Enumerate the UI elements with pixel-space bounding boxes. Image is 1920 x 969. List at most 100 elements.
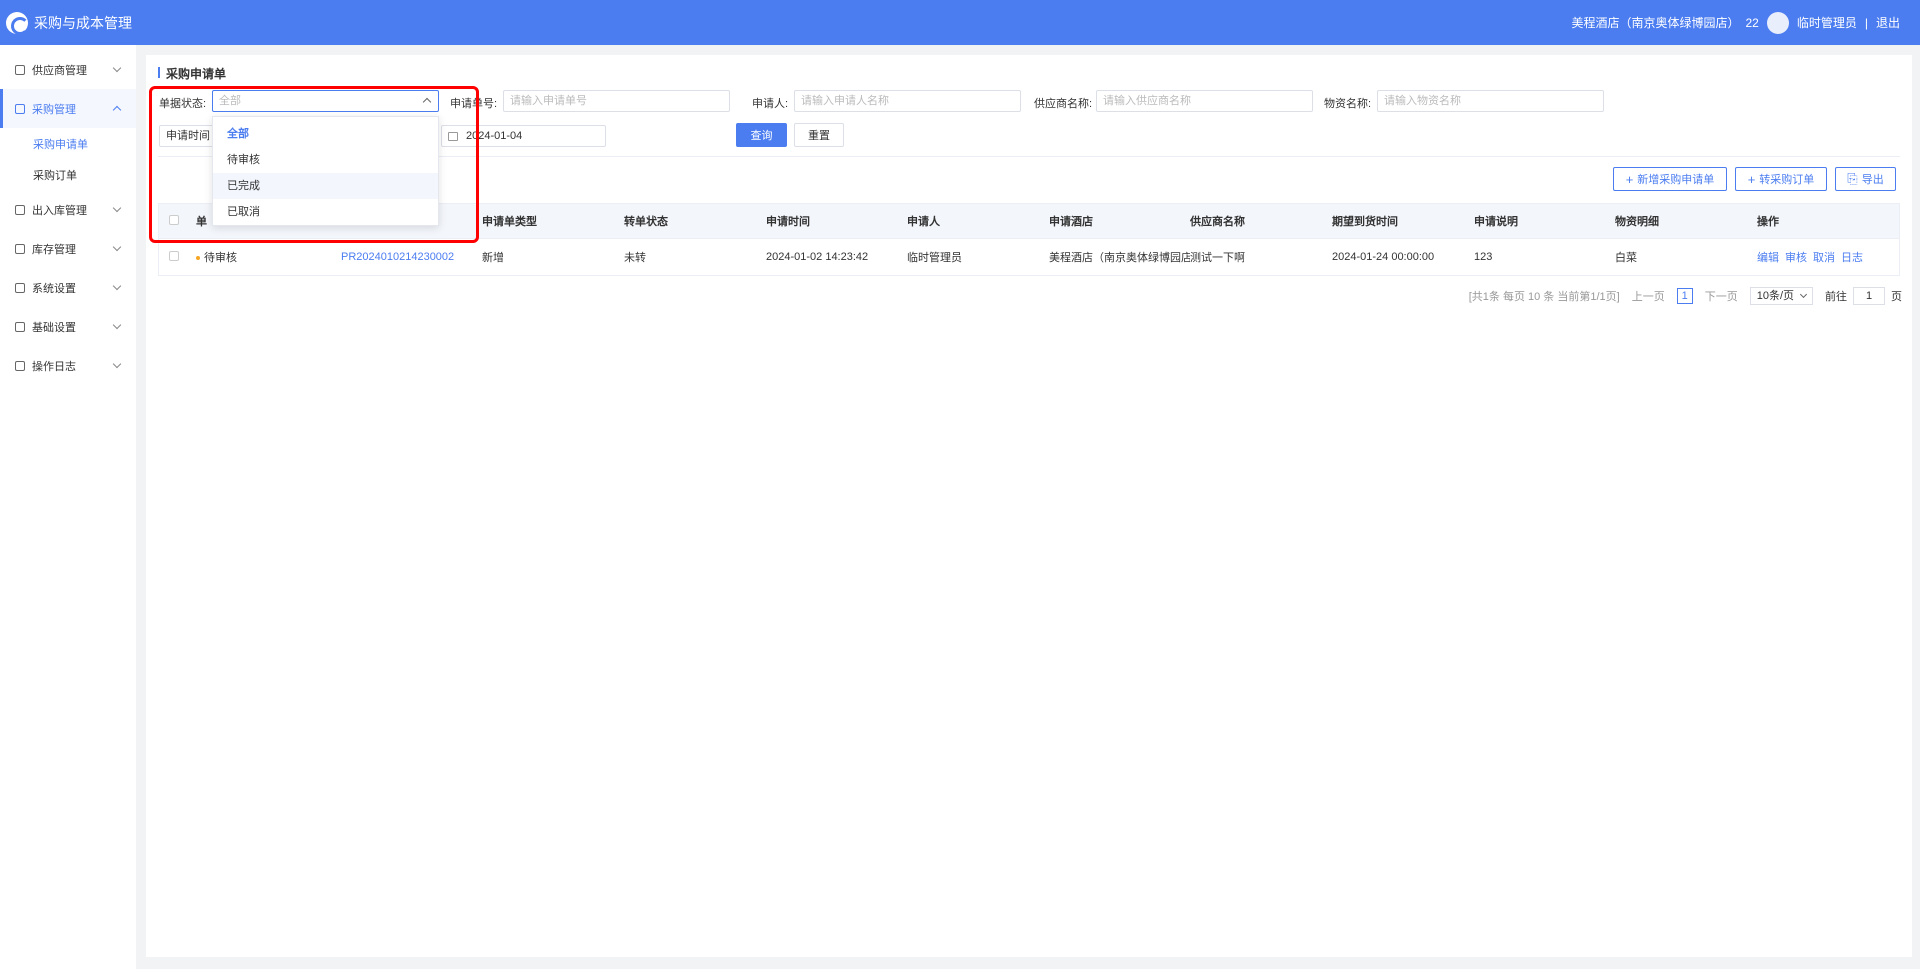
number-label: 申请单号: <box>450 98 498 110</box>
page-size-select[interactable]: 10条/页 <box>1749 287 1813 305</box>
goto-page-input[interactable]: 1 <box>1853 287 1885 305</box>
col-header-hotel: 申请酒店 <box>1049 216 1093 228</box>
page-number-button[interactable]: 1 <box>1676 288 1693 304</box>
supplier-label: 供应商名称: <box>1034 98 1093 110</box>
inout-icon <box>15 204 25 215</box>
plus-icon: + <box>1747 171 1756 187</box>
supplier-icon <box>15 64 25 75</box>
sidebar-item-label: 出入库管理 <box>32 204 87 217</box>
cancel-link[interactable]: 取消 <box>1813 252 1835 264</box>
pagination: [共1条 每页 10 条 当前第1/1页] 上一页 1 下一页 10条/页 前往… <box>1457 287 1902 305</box>
export-label: 导出 <box>1861 174 1884 186</box>
row-checkbox[interactable] <box>169 250 179 261</box>
chevron-up-icon <box>422 97 432 107</box>
gear-icon <box>15 321 25 332</box>
header-brand: 采购与成本管理 <box>0 11 132 35</box>
status-option-pending[interactable]: 待审核 <box>213 147 438 173</box>
logout-link[interactable]: 退出 <box>1876 14 1900 31</box>
supplier-input[interactable]: 请输入供应商名称 <box>1096 90 1313 112</box>
sidebar-item-label: 库存管理 <box>32 243 76 256</box>
col-header-ops: 操作 <box>1757 216 1779 228</box>
pagination-summary: [共1条 每页 10 条 当前第1/1页] <box>1468 291 1620 303</box>
table-row[interactable]: 待审核 PR2024010214230002 新增 未转 2024-01-02 … <box>158 239 1900 276</box>
sidebar-subitem-purchase-order[interactable]: 采购订单 <box>0 159 136 190</box>
col-header-supplier: 供应商名称 <box>1190 216 1245 228</box>
goto-suffix: 页 <box>1891 291 1902 303</box>
reset-button[interactable]: 重置 <box>794 123 844 147</box>
plus-icon: + <box>1625 171 1634 187</box>
chevron-down-icon <box>112 63 122 73</box>
sidebar-item-basic[interactable]: 基础设置 <box>0 307 136 346</box>
user-number: 22 <box>1745 15 1759 30</box>
app-title: 采购与成本管理 <box>34 14 132 31</box>
sidebar-subitem-purchase-request[interactable]: 采购申请单 <box>0 128 136 159</box>
sidebar-item-label: 基础设置 <box>32 321 76 334</box>
material-label: 物资名称: <box>1324 98 1372 110</box>
separator: | <box>1864 15 1868 30</box>
expected-cell: 2024-01-24 00:00:00 <box>1332 251 1435 263</box>
select-all-cell <box>159 214 196 228</box>
system-icon <box>15 282 25 293</box>
end-date-value: 2024-01-04 <box>466 130 523 142</box>
status-option-completed[interactable]: 已完成 <box>213 173 438 199</box>
app-logo-icon <box>6 11 29 35</box>
prev-page-button[interactable]: 上一页 <box>1632 288 1665 304</box>
query-button[interactable]: 查询 <box>736 123 787 147</box>
detail-cell: 白菜 <box>1615 252 1637 264</box>
material-input[interactable]: 请输入物资名称 <box>1377 90 1604 112</box>
add-request-button[interactable]: + 新增采购申请单 <box>1613 167 1727 191</box>
time-label: 申请时间 <box>166 130 210 142</box>
page-title: 采购申请单 <box>158 65 226 82</box>
hotel-name[interactable]: 美程酒店（南京奥体绿博园店） <box>1571 14 1739 31</box>
select-all-checkbox[interactable] <box>169 214 179 225</box>
request-number-link[interactable]: PR2024010214230002 <box>341 251 482 263</box>
username[interactable]: 临时管理员 <box>1797 14 1857 31</box>
convert-order-label: 转采购订单 <box>1759 174 1815 186</box>
chevron-down-icon <box>112 281 122 291</box>
sidebar-item-supplier[interactable]: 供应商管理 <box>0 50 136 89</box>
export-button[interactable]: ⎘ 导出 <box>1835 167 1896 191</box>
log-icon <box>15 360 25 371</box>
export-icon: ⎘ <box>1847 171 1858 186</box>
edit-link[interactable]: 编辑 <box>1757 252 1779 264</box>
next-page-button[interactable]: 下一页 <box>1705 288 1738 304</box>
convert-order-button[interactable]: + 转采购订单 <box>1735 167 1827 191</box>
col-header-applicant: 申请人 <box>907 216 940 228</box>
avatar[interactable] <box>1766 11 1789 34</box>
sidebar-item-log[interactable]: 操作日志 <box>0 346 136 385</box>
convert-status-cell: 未转 <box>624 252 646 264</box>
hotel-cell: 美程酒店（南京奥体绿博园店） <box>1049 252 1190 264</box>
time-cell: 2024-01-02 14:23:42 <box>766 251 869 263</box>
status-option-all[interactable]: 全部 <box>213 121 438 147</box>
time-range-label-box: 申请时间 <box>159 125 215 147</box>
status-text: 待审核 <box>204 252 237 264</box>
status-option-cancelled[interactable]: 已取消 <box>213 199 438 225</box>
review-link[interactable]: 审核 <box>1785 252 1807 264</box>
header-user-area: 美程酒店（南京奥体绿博园店） 22 临时管理员 | 退出 <box>1571 11 1920 34</box>
sidebar-item-purchase[interactable]: 采购管理 <box>0 89 136 128</box>
sidebar-item-inout[interactable]: 出入库管理 <box>0 190 136 229</box>
log-link[interactable]: 日志 <box>1841 252 1863 264</box>
status-label: 单据状态: <box>159 98 207 110</box>
status-select-value: 全部 <box>219 95 241 107</box>
col-header-time: 申请时间 <box>766 216 810 228</box>
status-cell: 待审核 <box>196 249 341 265</box>
supplier-cell: 测试一下啊 <box>1190 252 1245 264</box>
supplier-placeholder: 请输入供应商名称 <box>1103 95 1191 107</box>
applicant-placeholder: 请输入申请人名称 <box>801 95 889 107</box>
end-date-input[interactable]: 2024-01-04 <box>441 125 606 147</box>
chevron-down-icon <box>112 359 122 369</box>
chevron-down-icon <box>112 320 122 330</box>
chevron-up-icon <box>112 105 122 115</box>
top-header: 采购与成本管理 美程酒店（南京奥体绿博园店） 22 临时管理员 | 退出 <box>0 0 1920 45</box>
sidebar-item-inventory[interactable]: 库存管理 <box>0 229 136 268</box>
number-input[interactable]: 请输入申请单号 <box>503 90 730 112</box>
type-cell: 新增 <box>482 252 504 264</box>
sidebar-item-label: 供应商管理 <box>32 64 87 77</box>
applicant-input[interactable]: 请输入申请人名称 <box>794 90 1021 112</box>
chevron-down-icon <box>112 203 122 213</box>
status-select[interactable]: 全部 <box>212 90 439 112</box>
chevron-down-icon <box>112 242 122 252</box>
ops-cell: 编辑 审核 取消 日志 <box>1757 249 1899 265</box>
sidebar-item-system[interactable]: 系统设置 <box>0 268 136 307</box>
